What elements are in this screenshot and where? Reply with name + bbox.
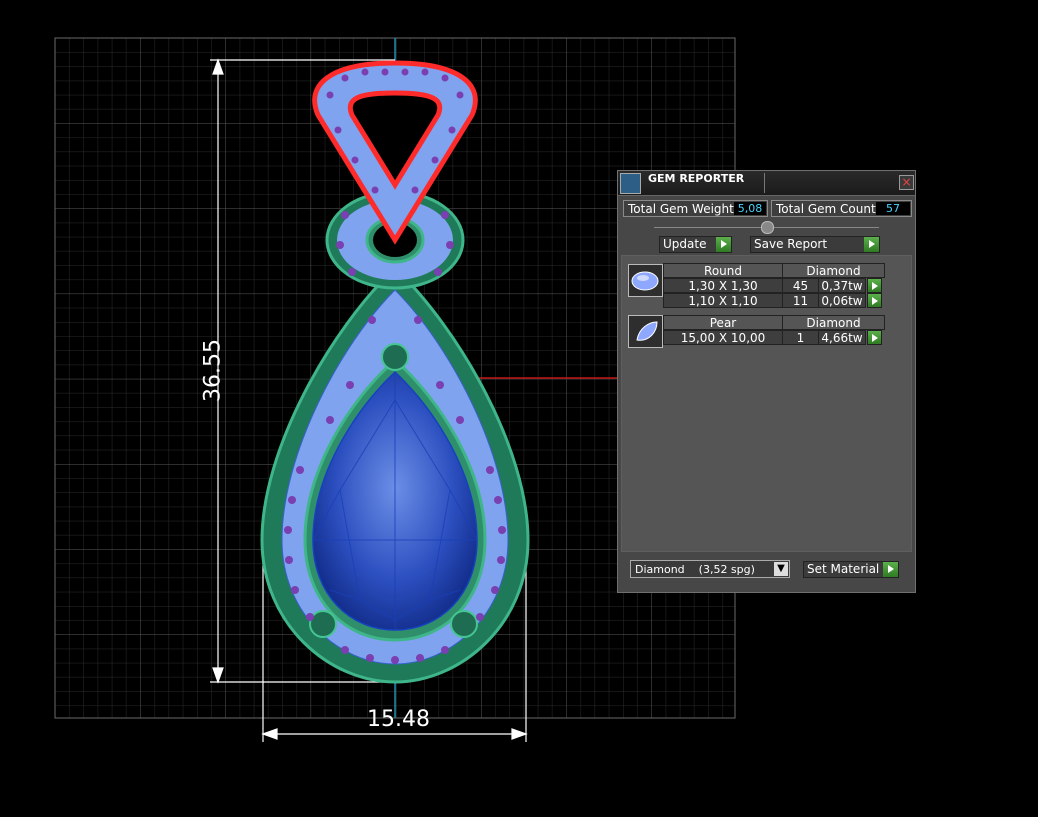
set-material-button[interactable]: Set Material <box>803 561 899 578</box>
select-gems-button[interactable] <box>867 330 882 345</box>
splitter-handle[interactable] <box>761 221 774 234</box>
gem-size: 15,00 X 10,00 <box>663 330 783 345</box>
close-icon[interactable]: × <box>899 175 914 190</box>
gem-report-icon <box>620 173 641 194</box>
gem-shape: Pear <box>663 315 783 330</box>
title-separator <box>764 173 765 193</box>
height-dimension-label: 36.55 <box>200 339 226 402</box>
total-weight-value: 5,08 <box>734 202 766 215</box>
chevron-down-icon[interactable]: ▼ <box>774 562 788 576</box>
select-gems-button[interactable] <box>867 293 882 308</box>
total-weight-label: Total Gem Weight <box>628 202 734 216</box>
gem-size: 1,10 X 1,10 <box>663 293 783 308</box>
gem-weight: 4,66tw <box>818 330 866 345</box>
total-count-value: 57 <box>876 202 910 215</box>
save-report-label: Save Report <box>754 237 828 251</box>
update-button-label: Update <box>663 237 707 251</box>
gem-size: 1,30 X 1,30 <box>663 278 783 293</box>
total-count-label: Total Gem Count <box>776 202 876 216</box>
update-button[interactable]: Update <box>659 236 732 253</box>
round-gem-icon <box>628 264 663 297</box>
total-count-field: Total Gem Count 57 <box>771 200 912 217</box>
gem-count: 11 <box>782 293 819 308</box>
gem-weight: 0,37tw <box>818 278 866 293</box>
gem-weight: 0,06tw <box>818 293 866 308</box>
play-arrow-icon <box>716 237 731 252</box>
panel-title-bar[interactable]: GEM REPORTER × <box>618 171 915 196</box>
total-weight-field: Total Gem Weight 5,08 <box>623 200 768 217</box>
width-dimension-label: 15.48 <box>367 707 430 732</box>
gem-list: Round Diamond 1,30 X 1,30 45 0,37tw 1,10… <box>621 255 912 552</box>
material-dropdown[interactable]: Diamond (3,52 spg) ▼ <box>630 560 790 578</box>
pear-gem-icon <box>628 315 663 348</box>
play-arrow-icon <box>864 237 879 252</box>
set-material-label: Set Material <box>807 562 880 576</box>
material-dropdown-value: Diamond (3,52 spg) <box>635 563 755 576</box>
play-arrow-icon <box>883 562 898 577</box>
gem-shape: Round <box>663 263 783 278</box>
gem-material: Diamond <box>782 315 885 330</box>
gem-reporter-panel: GEM REPORTER × Total Gem Weight 5,08 Tot… <box>617 170 916 593</box>
gem-count: 45 <box>782 278 819 293</box>
panel-title: GEM REPORTER <box>648 172 745 185</box>
gem-material: Diamond <box>782 263 885 278</box>
save-report-button[interactable]: Save Report <box>750 236 880 253</box>
gem-count: 1 <box>782 330 819 345</box>
select-gems-button[interactable] <box>867 278 882 293</box>
